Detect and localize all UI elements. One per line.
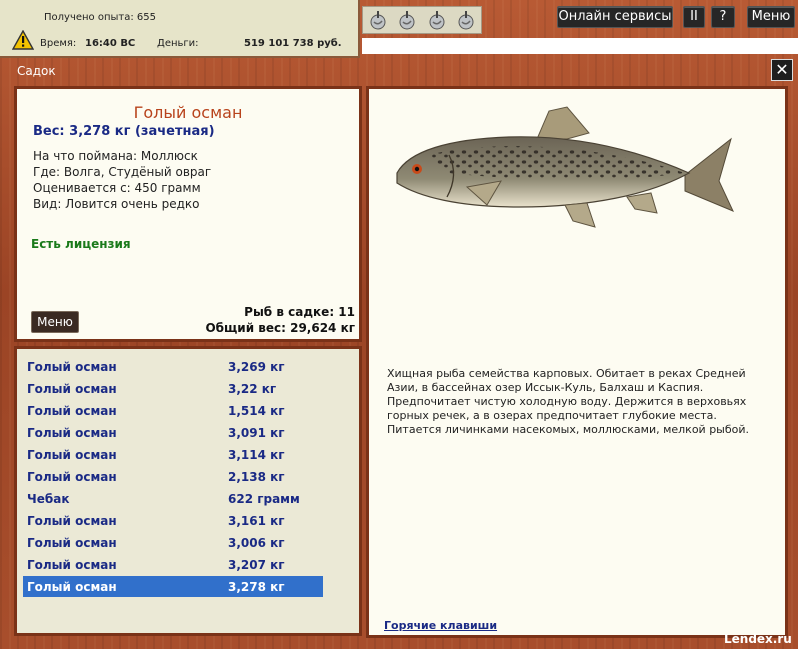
experience-text: Получено опыта: 655 xyxy=(44,12,156,23)
fish-image xyxy=(396,106,734,228)
money-value: 519 101 738 руб. xyxy=(244,38,342,49)
catch-fish-weight: 2,138 кг xyxy=(228,470,285,484)
catch-list-row[interactable]: Голый осман 3,207 кг xyxy=(23,554,323,575)
fish-name: Голый осман xyxy=(133,103,243,122)
status-bar: Получено опыта: 655 Время: 16:40 ВС День… xyxy=(0,0,360,58)
catch-fish-name: Чебак xyxy=(27,492,70,506)
online-services-button[interactable]: Онлайн сервисы xyxy=(557,6,673,28)
catch-fish-weight: 3,091 кг xyxy=(228,426,285,440)
catch-fish-name: Голый осман xyxy=(27,470,117,484)
fish-description: Хищная рыба семейства карповых. Обитает … xyxy=(387,367,750,436)
fish-location: Где: Волга, Студёный овраг xyxy=(33,165,212,179)
hook-icon[interactable] xyxy=(426,9,448,31)
catch-list-row[interactable]: Голый осман 3,278 кг xyxy=(23,576,323,597)
catch-fish-weight: 1,514 кг xyxy=(228,404,285,418)
license-status: Есть лицензия xyxy=(31,237,131,251)
help-button[interactable]: ? xyxy=(711,6,735,28)
catch-list-row[interactable]: Голый осман 1,514 кг xyxy=(23,400,323,421)
catch-list-row[interactable]: Голый осман 2,138 кг xyxy=(23,466,323,487)
catch-fish-name: Голый осман xyxy=(27,514,117,528)
close-button[interactable]: ✕ xyxy=(771,59,793,81)
fish-evaluation: Оценивается с: 450 грамм xyxy=(33,181,201,195)
catch-list-row[interactable]: Голый осман 3,269 кг xyxy=(23,356,323,377)
catch-fish-name: Голый осман xyxy=(27,404,117,418)
catch-fish-name: Голый осман xyxy=(27,426,117,440)
hook-icon[interactable] xyxy=(396,9,418,31)
catch-fish-weight: 3,278 кг xyxy=(228,580,285,594)
catch-fish-weight: 622 грамм xyxy=(228,492,300,506)
catch-fish-name: Голый осман xyxy=(27,558,117,572)
catch-fish-weight: 3,006 кг xyxy=(228,536,285,550)
catch-fish-weight: 3,161 кг xyxy=(228,514,285,528)
fish-bait: На что поймана: Моллюск xyxy=(33,149,198,163)
catch-list-row[interactable]: Голый осман 3,22 кг xyxy=(23,378,323,399)
catch-fish-name: Голый осман xyxy=(27,360,117,374)
catch-list: Голый осман 3,269 кг Голый осман 3,22 кг Гол… xyxy=(14,346,362,636)
catch-fish-weight: 3,207 кг xyxy=(228,558,285,572)
catch-list-row[interactable]: Чебак 622 грамм xyxy=(23,488,323,509)
watermark: Lendex.ru xyxy=(724,632,792,646)
time-label: Время: xyxy=(40,38,77,49)
catch-fish-name: Голый осман xyxy=(27,382,117,396)
catch-fish-name: Голый осман xyxy=(27,580,117,594)
catch-fish-weight: 3,22 кг xyxy=(228,382,277,396)
warning-icon xyxy=(12,30,34,50)
fish-menu-button[interactable]: Меню xyxy=(31,311,79,333)
hook-icon[interactable] xyxy=(455,9,477,31)
pause-button[interactable]: II xyxy=(683,6,705,28)
top-strip xyxy=(362,38,798,54)
catch-fish-weight: 3,269 кг xyxy=(228,360,285,374)
fish-rarity: Вид: Ловится очень редко xyxy=(33,197,200,211)
catch-fish-weight: 3,114 кг xyxy=(228,448,285,462)
time-value: 16:40 ВС xyxy=(85,38,136,49)
tackle-toolbar xyxy=(362,6,482,34)
fish-weight: Вес: 3,278 кг (зачетная) xyxy=(33,124,215,139)
catch-fish-name: Голый осман xyxy=(27,448,117,462)
hook-icon[interactable] xyxy=(367,9,389,31)
fish-info-panel: Голый осман Вес: 3,278 кг (зачетная) На … xyxy=(14,86,362,342)
cage-fish-count: Рыб в садке: 11 xyxy=(244,305,355,319)
money-label: Деньги: xyxy=(157,38,199,49)
fish-description-panel: Хищная рыба семейства карповых. Обитает … xyxy=(366,86,788,638)
catch-list-row[interactable]: Голый осман 3,114 кг xyxy=(23,444,323,465)
cage-total-weight: Общий вес: 29,624 кг xyxy=(205,321,355,335)
catch-list-row[interactable]: Голый осман 3,091 кг xyxy=(23,422,323,443)
catch-list-row[interactable]: Голый осман 3,006 кг xyxy=(23,532,323,553)
catch-fish-name: Голый осман xyxy=(27,536,117,550)
window-title: Садок xyxy=(17,64,56,78)
catch-list-row[interactable]: Голый осман 3,161 кг xyxy=(23,510,323,531)
hotkeys-link[interactable]: Горячие клавиши xyxy=(384,619,497,632)
main-menu-button[interactable]: Меню xyxy=(747,6,795,28)
